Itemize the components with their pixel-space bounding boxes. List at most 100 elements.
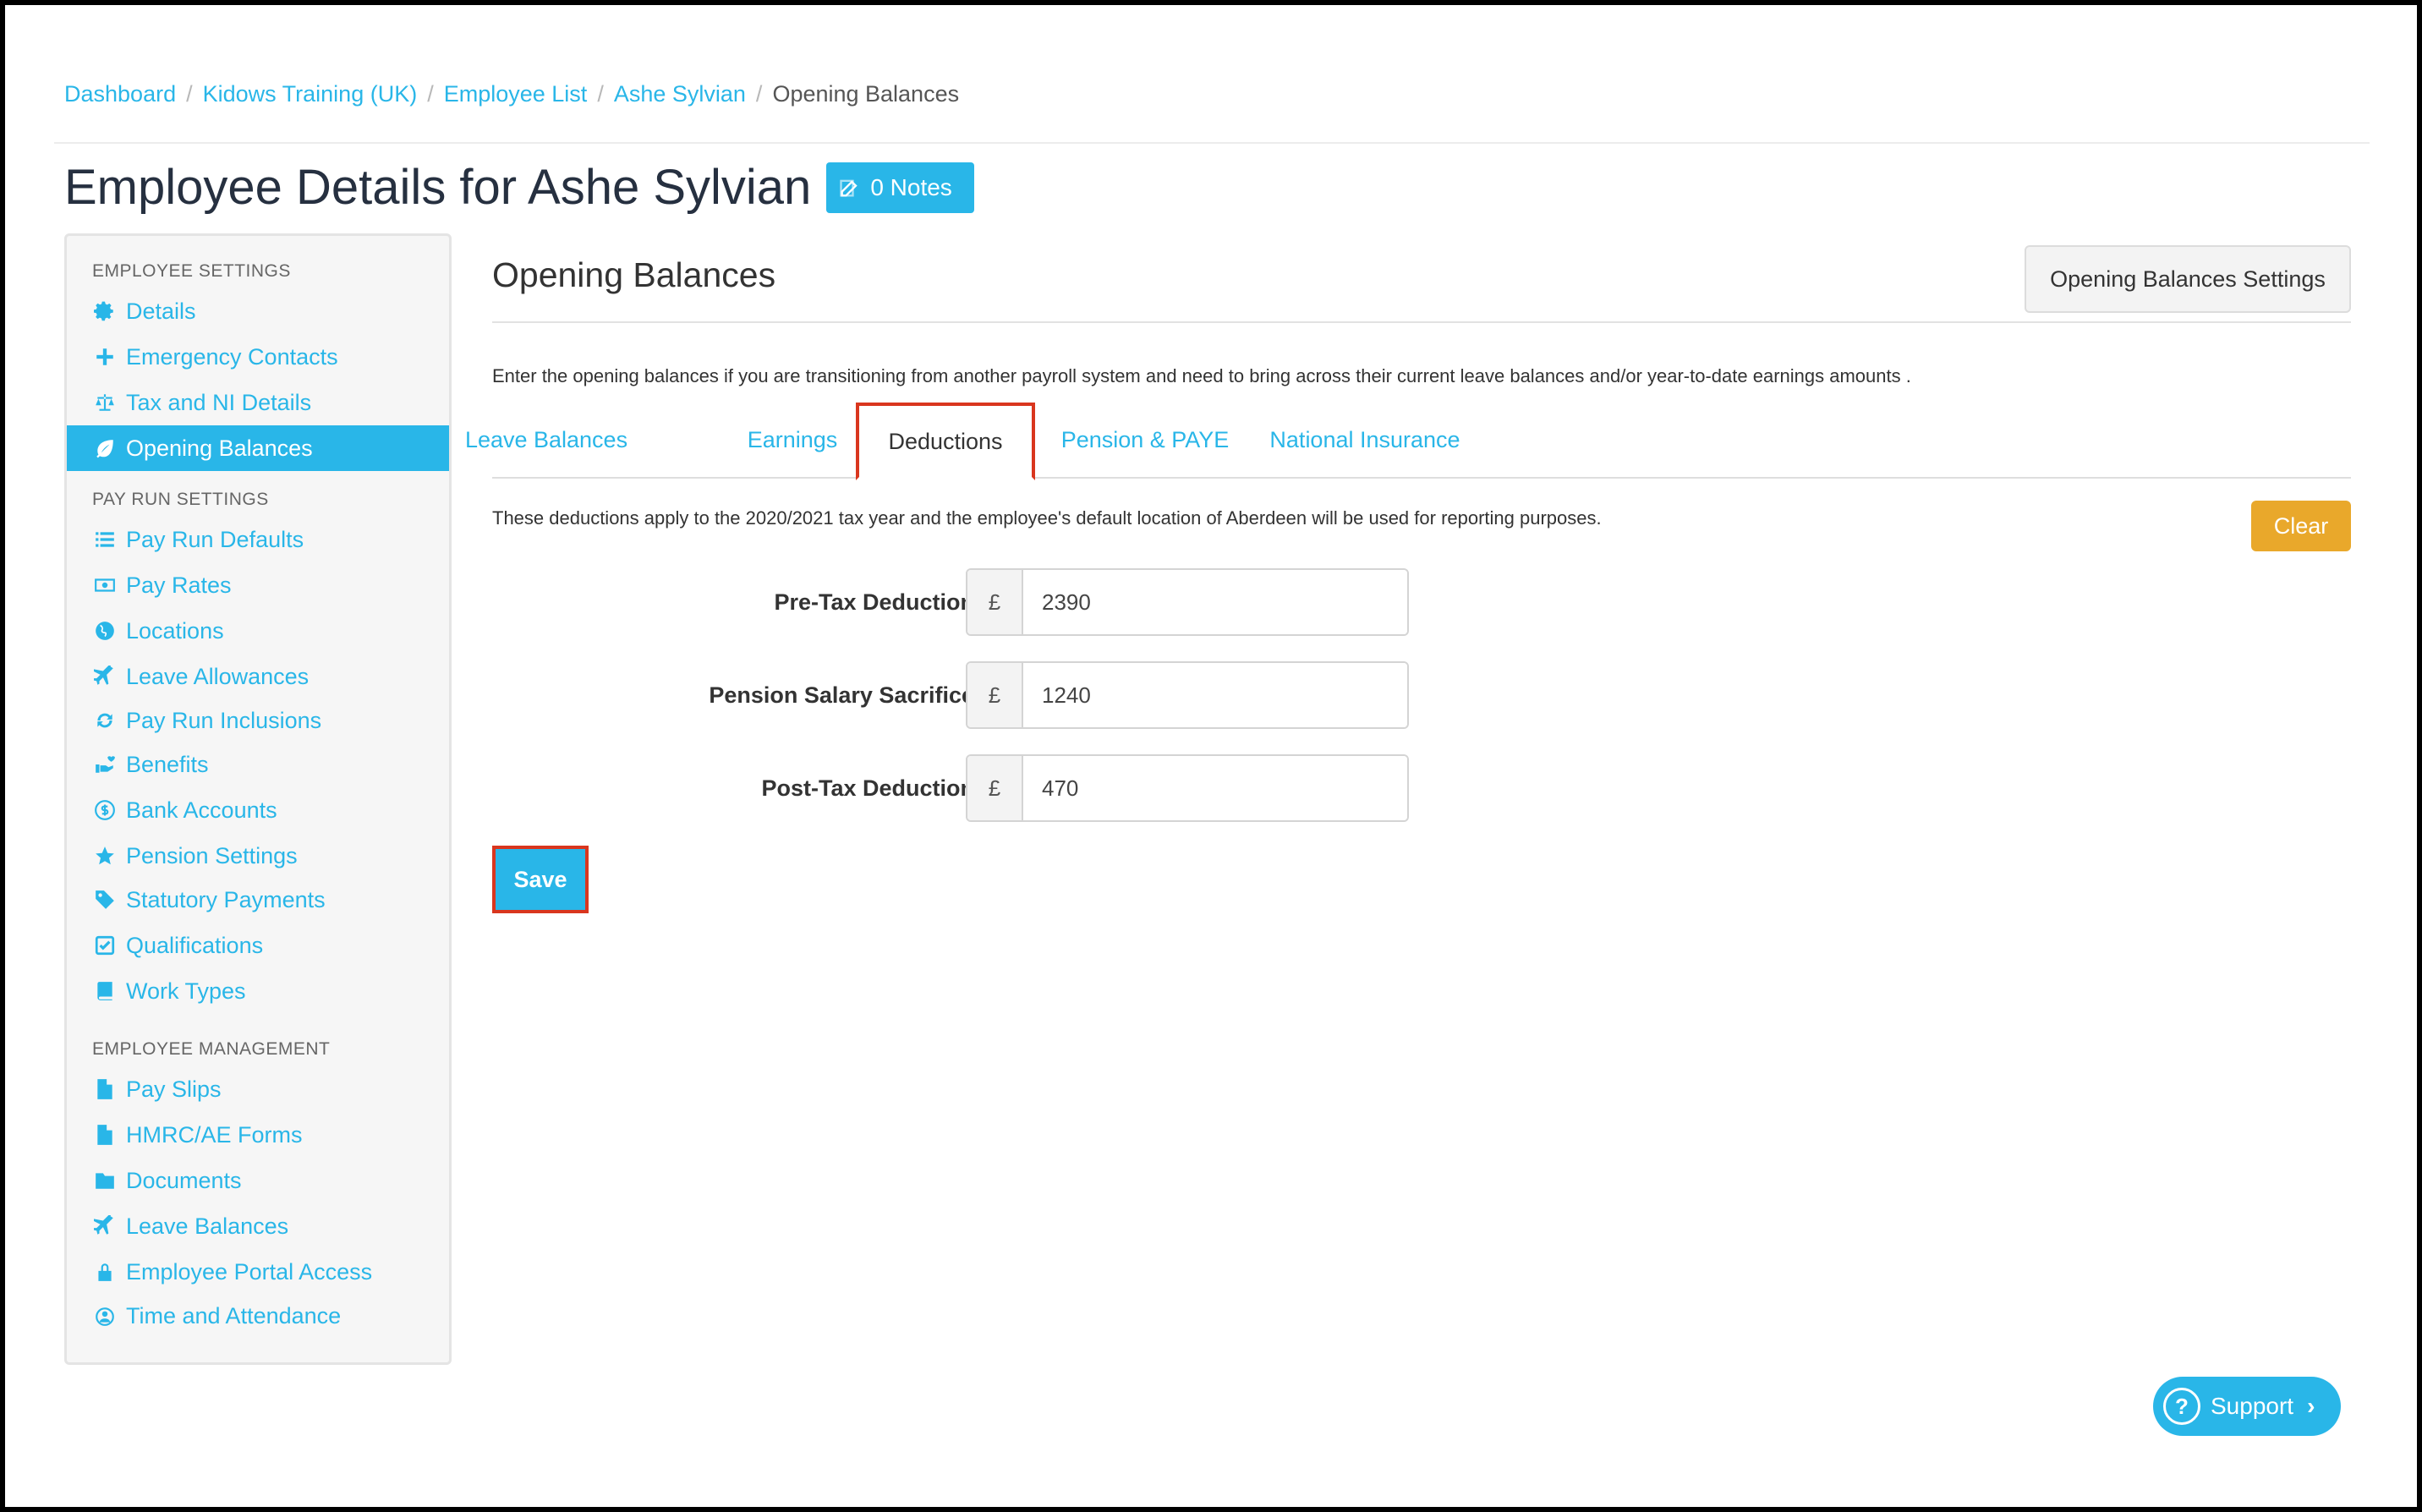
sidebar-item-label: Benefits [126, 751, 209, 777]
breadcrumb-company[interactable]: Kidows Training (UK) [203, 81, 418, 107]
section-title: Opening Balances [492, 255, 776, 294]
edit-icon [840, 179, 858, 196]
check-square-icon [92, 933, 118, 958]
breadcrumb-dashboard[interactable]: Dashboard [64, 81, 176, 107]
form-row-post-tax-deduction: Post-Tax Deduction £ [492, 754, 1422, 822]
breadcrumb-separator: / [755, 81, 763, 107]
opening-balances-settings-button[interactable]: Opening Balances Settings [2025, 245, 2351, 313]
sidebar-item-pension-settings[interactable]: Pension Settings [67, 833, 449, 879]
app-frame: Dashboard / Kidows Training (UK) / Emplo… [5, 5, 2417, 1507]
sidebar-item-label: Pay Run Inclusions [126, 707, 322, 733]
tab-placeholder [492, 403, 600, 477]
breadcrumb-current: Opening Balances [772, 81, 960, 107]
sidebar-item-label: Qualifications [126, 932, 264, 958]
sidebar-item-label: Pay Rates [126, 572, 232, 598]
sidebar-item-leave-balances[interactable]: Leave Balances [67, 1203, 449, 1249]
tab-bar: Leave Balances Earnings Deductions Pensi… [465, 403, 2351, 480]
sidebar-item-hmrc-ae-forms[interactable]: HMRC/AE Forms [67, 1112, 449, 1158]
sidebar-item-bank-accounts[interactable]: Bank Accounts [67, 787, 449, 833]
pre-tax-deduction-input-group: £ [966, 568, 1409, 636]
sidebar-item-label: Employee Portal Access [126, 1258, 373, 1285]
header-divider [54, 142, 2370, 144]
sidebar-item-employee-portal-access[interactable]: Employee Portal Access [67, 1249, 449, 1295]
sidebar-item-opening-balances[interactable]: Opening Balances [67, 425, 449, 471]
dollar-circle-icon [92, 797, 118, 823]
sidebar-item-documents[interactable]: Documents [67, 1158, 449, 1203]
sidebar-item-details[interactable]: Details [67, 288, 449, 334]
tab-pension-paye[interactable]: Pension & PAYE [1045, 403, 1245, 477]
sidebar-item-label: Time and Attendance [126, 1302, 342, 1328]
support-button[interactable]: ? Support › [2153, 1377, 2341, 1436]
leaf-icon [92, 436, 118, 461]
support-label: Support [2211, 1393, 2294, 1419]
money-icon [92, 572, 118, 598]
breadcrumb-employee[interactable]: Ashe Sylvian [614, 81, 746, 107]
section-divider [492, 321, 2351, 323]
intro-text: Enter the opening balances if you are tr… [492, 365, 1911, 386]
sidebar-item-leave-allowances[interactable]: Leave Allowances [67, 654, 449, 699]
tab-earnings[interactable]: Earnings [739, 403, 846, 477]
sidebar-item-tax-ni-details[interactable]: Tax and NI Details [67, 380, 449, 425]
sidebar-item-label: Details [126, 298, 196, 324]
form-row-pre-tax-deduction: Pre-Tax Deduction £ [492, 568, 1422, 636]
clear-button[interactable]: Clear [2251, 501, 2351, 551]
sidebar-item-pay-run-defaults[interactable]: Pay Run Defaults [67, 517, 449, 562]
notes-button[interactable]: 0 Notes [826, 162, 974, 213]
plane-icon [92, 664, 118, 689]
breadcrumb-separator: / [427, 81, 434, 107]
sidebar-item-label: Locations [126, 617, 224, 644]
sidebar-item-pay-run-inclusions[interactable]: Pay Run Inclusions [67, 698, 449, 743]
currency-addon: £ [967, 570, 1023, 634]
benefits-icon [92, 752, 118, 777]
sidebar-heading-pay-run-settings: PAY RUN SETTINGS [92, 490, 269, 509]
sidebar-item-work-types[interactable]: Work Types [67, 968, 449, 1014]
breadcrumb: Dashboard / Kidows Training (UK) / Emplo… [64, 81, 959, 107]
sidebar-item-emergency-contacts[interactable]: Emergency Contacts [67, 334, 449, 380]
pre-tax-deduction-input[interactable] [1023, 570, 1407, 634]
sidebar-item-label: Leave Balances [126, 1213, 289, 1239]
pension-salary-sacrifice-input-group: £ [966, 661, 1409, 729]
folder-icon [92, 1168, 118, 1193]
file-icon [92, 1076, 118, 1102]
page-title-text: Employee Details for Ashe Sylvian [64, 160, 812, 215]
deductions-info-text: These deductions apply to the 2020/2021 … [492, 507, 1602, 529]
sidebar-item-pay-rates[interactable]: Pay Rates [67, 562, 449, 608]
lock-icon [92, 1259, 118, 1285]
question-circle-icon: ? [2163, 1388, 2200, 1425]
page-title: Employee Details for Ashe Sylvian 0 Note… [64, 159, 974, 216]
sidebar-item-label: Statutory Payments [126, 886, 326, 912]
sidebar-item-label: HMRC/AE Forms [126, 1121, 303, 1148]
sidebar: EMPLOYEE SETTINGS Details Emergency Cont… [64, 233, 452, 1365]
star-icon [92, 843, 118, 868]
tab-national-insurance[interactable]: National Insurance [1258, 403, 1471, 477]
post-tax-deduction-input[interactable] [1023, 756, 1407, 820]
breadcrumb-separator: / [597, 81, 604, 107]
pension-salary-sacrifice-input[interactable] [1023, 663, 1407, 727]
notes-button-label: 0 Notes [870, 173, 952, 200]
tab-bar-underline [492, 477, 2351, 479]
sidebar-item-time-and-attendance[interactable]: Time and Attendance [67, 1293, 449, 1339]
sidebar-heading-employee-settings: EMPLOYEE SETTINGS [92, 261, 291, 281]
chevron-right-icon: › [2307, 1393, 2315, 1419]
post-tax-deduction-input-group: £ [966, 754, 1409, 822]
form-row-pension-salary-sacrifice: Pension Salary Sacrifice £ [492, 661, 1422, 729]
tab-deductions[interactable]: Deductions [856, 403, 1035, 480]
sidebar-item-benefits[interactable]: Benefits [67, 742, 449, 787]
sidebar-item-label: Pension Settings [126, 842, 298, 868]
sidebar-item-pay-slips[interactable]: Pay Slips [67, 1066, 449, 1112]
currency-addon: £ [967, 756, 1023, 820]
sidebar-item-locations[interactable]: Locations [67, 608, 449, 654]
currency-addon: £ [967, 663, 1023, 727]
user-clock-icon [92, 1303, 118, 1328]
sidebar-item-label: Opening Balances [126, 435, 313, 461]
breadcrumb-separator: / [186, 81, 193, 107]
sidebar-item-label: Tax and NI Details [126, 389, 312, 415]
sidebar-item-label: Documents [126, 1167, 242, 1193]
sidebar-item-label: Pay Slips [126, 1076, 222, 1102]
save-button[interactable]: Save [492, 846, 589, 913]
sidebar-item-statutory-payments[interactable]: Statutory Payments [67, 877, 449, 923]
breadcrumb-employee-list[interactable]: Employee List [444, 81, 588, 107]
sidebar-item-qualifications[interactable]: Qualifications [67, 923, 449, 968]
pre-tax-deduction-label: Pre-Tax Deduction [774, 589, 974, 615]
book-icon [92, 978, 118, 1004]
